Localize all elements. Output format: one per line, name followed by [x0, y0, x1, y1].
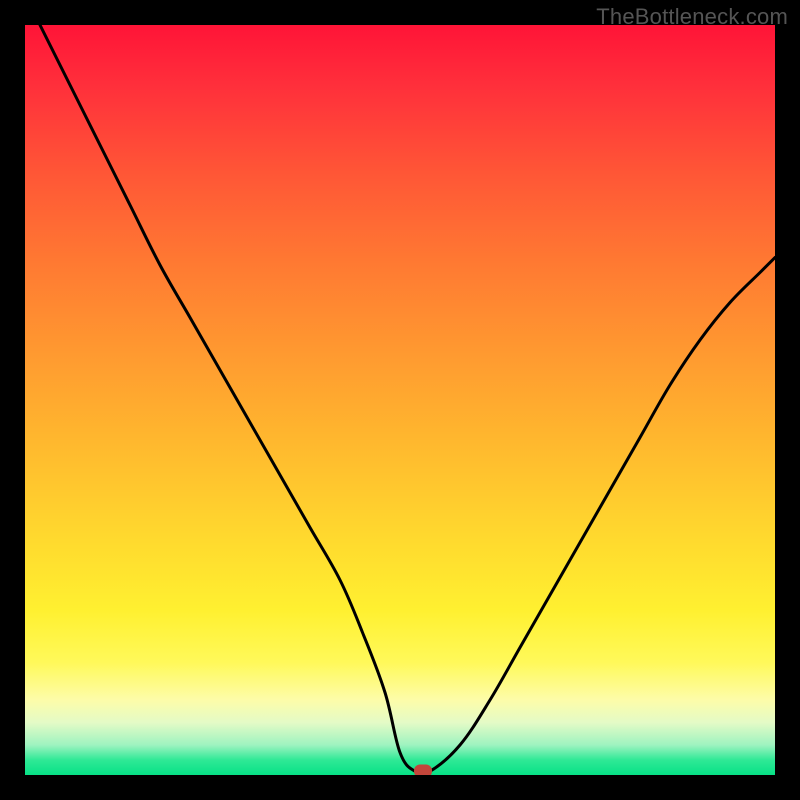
optimal-point-marker: [414, 765, 432, 775]
bottleneck-curve: [40, 25, 775, 774]
curve-overlay: [25, 25, 775, 775]
watermark-text: TheBottleneck.com: [596, 4, 788, 30]
chart-plot-area: [25, 25, 775, 775]
